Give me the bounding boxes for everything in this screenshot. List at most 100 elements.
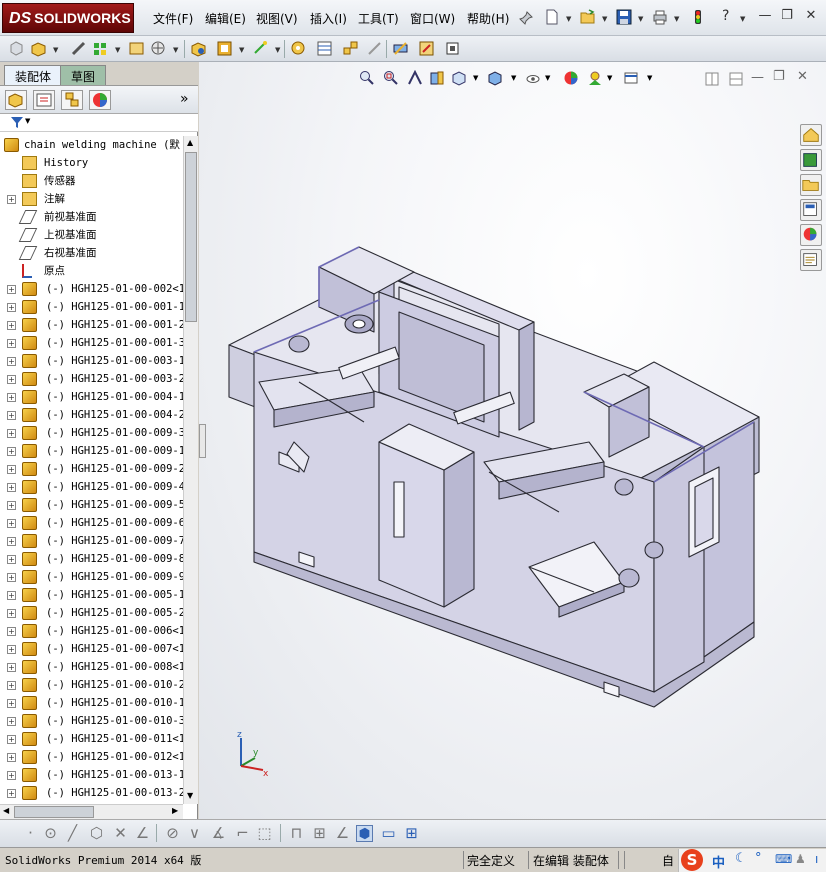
print-icon[interactable] <box>652 9 668 25</box>
expand-toggle-icon[interactable]: + <box>7 447 16 456</box>
offset-icon[interactable]: ⊘ <box>164 825 181 842</box>
split-view-icon[interactable]: ▭ <box>380 825 397 842</box>
chevron-down-icon[interactable]: ▼ <box>173 46 178 54</box>
tree-horizontal-scrollbar[interactable]: ◀ ▶ <box>0 804 183 819</box>
save-icon[interactable] <box>616 9 632 25</box>
pushpin-icon[interactable] <box>518 10 534 26</box>
tree-item[interactable]: + (-) HGH125-01-00-007<1> <box>0 640 183 658</box>
expand-toggle-icon[interactable]: + <box>7 303 16 312</box>
tree-vertical-scrollbar[interactable]: ▲ ▼ <box>183 136 198 804</box>
tree-item[interactable]: + (-) HGH125-01-00-002<1> <box>0 280 183 298</box>
expand-toggle-icon[interactable]: + <box>7 411 16 420</box>
tree-item[interactable]: + (-) HGH125-01-00-009-7< <box>0 532 183 550</box>
display-manager-tab[interactable] <box>89 90 111 110</box>
scrollbar-thumb[interactable] <box>185 152 197 322</box>
tree-item[interactable]: + (-) HGH125-01-00-003-2< <box>0 370 183 388</box>
expand-toggle-icon[interactable]: + <box>7 663 16 672</box>
shaded-view-button[interactable] <box>356 825 373 842</box>
skin-icon[interactable]: ı <box>815 852 818 866</box>
unit-system[interactable]: 自 <box>662 852 674 869</box>
instant3d-icon[interactable] <box>444 40 461 57</box>
tree-item[interactable]: + (-) HGH125-01-00-009-4< <box>0 478 183 496</box>
circle-icon[interactable]: ⊙ <box>42 825 59 842</box>
tree-item[interactable]: + (-) HGH125-01-00-004-1< <box>0 388 183 406</box>
expand-toggle-icon[interactable]: + <box>7 609 16 618</box>
chevron-down-icon[interactable]: ▼ <box>53 46 58 54</box>
tree-item[interactable]: 前视基准面 <box>0 208 183 226</box>
angle-icon[interactable]: ∠ <box>334 825 351 842</box>
tree-item[interactable]: + 注解 <box>0 190 183 208</box>
menu-tools[interactable]: 工具(T) <box>358 10 399 27</box>
tree-item[interactable]: + (-) HGH125-01-00-009-2< <box>0 460 183 478</box>
exploded-view-icon[interactable] <box>342 40 359 57</box>
expand-toggle-icon[interactable]: + <box>7 699 16 708</box>
chevron-down-icon[interactable]: ▼ <box>638 15 643 23</box>
tree-item[interactable]: 右视基准面 <box>0 244 183 262</box>
tree-item[interactable]: + (-) HGH125-01-00-012<1> <box>0 748 183 766</box>
expand-toggle-icon[interactable]: + <box>7 537 16 546</box>
tree-item[interactable]: + (-) HGH125-01-00-005-1< <box>0 586 183 604</box>
new-document-icon[interactable] <box>544 9 560 25</box>
expand-toggle-icon[interactable]: + <box>7 645 16 654</box>
tree-item[interactable]: chain welding machine (默 <box>0 136 183 154</box>
scroll-down-icon[interactable]: ▼ <box>187 791 193 800</box>
assembly-features-icon[interactable] <box>216 40 233 57</box>
task-pane-home[interactable] <box>800 124 822 146</box>
configuration-manager-tab[interactable] <box>61 90 83 110</box>
tree-item[interactable]: + (-) HGH125-01-00-006<1> <box>0 622 183 640</box>
chevron-down-icon[interactable]: ▼ <box>602 15 607 23</box>
polygon-icon[interactable]: ⬡ <box>88 825 105 842</box>
expand-toggle-icon[interactable]: + <box>7 753 16 762</box>
property-manager-tab[interactable] <box>33 90 55 110</box>
clearance-verification-icon[interactable] <box>418 40 435 57</box>
menu-window[interactable]: 窗口(W) <box>410 10 455 27</box>
trim-icon[interactable]: ✕ <box>112 825 129 842</box>
expand-toggle-icon[interactable]: + <box>7 465 16 474</box>
expand-toggle-icon[interactable]: + <box>7 519 16 528</box>
chevron-down-icon[interactable]: ▼ <box>115 46 120 54</box>
bill-of-materials-icon[interactable] <box>316 40 333 57</box>
graphics-area[interactable]: ▼ ▼ ▼ ▼ ▼ — ❐ ✕ z y x <box>199 62 826 819</box>
rebuild-traffic-light-icon[interactable] <box>690 9 706 25</box>
expand-toggle-icon[interactable]: + <box>7 429 16 438</box>
show-hidden-components-icon[interactable] <box>190 40 207 57</box>
task-pane-custom-properties[interactable] <box>800 249 822 271</box>
close-icon[interactable]: ✕ <box>802 8 820 23</box>
tree-item[interactable]: + (-) HGH125-01-00-009-5< <box>0 496 183 514</box>
menu-view[interactable]: 视图(V) <box>256 10 298 27</box>
tab-sketch[interactable]: 草图 <box>60 65 107 85</box>
ime-language[interactable]: 中 <box>712 852 725 871</box>
expand-toggle-icon[interactable]: + <box>7 195 16 204</box>
tree-item[interactable]: 传感器 <box>0 172 183 190</box>
chevron-down-icon[interactable]: ▼ <box>239 46 244 54</box>
scroll-left-icon[interactable]: ◀ <box>3 806 9 815</box>
tree-item[interactable]: + (-) HGH125-01-00-009-3< <box>0 424 183 442</box>
menu-file[interactable]: 文件(F) <box>153 10 193 27</box>
centerpoint-rectangle-icon[interactable]: ⬚ <box>256 825 273 842</box>
expand-panel-icon[interactable]: » <box>180 91 189 107</box>
mate-icon[interactable] <box>70 40 87 57</box>
scrollbar-thumb[interactable] <box>14 806 94 818</box>
filter-icon[interactable] <box>10 116 24 129</box>
tree-item[interactable]: + (-) HGH125-01-00-009-9< <box>0 568 183 586</box>
chevron-down-icon[interactable]: ▼ <box>740 15 745 23</box>
tree-item[interactable]: + (-) HGH125-01-00-004-2< <box>0 406 183 424</box>
point-icon[interactable]: · <box>22 825 39 842</box>
chevron-down-icon[interactable]: ▼ <box>275 46 280 54</box>
punctuation-icon[interactable]: ° <box>755 851 762 866</box>
minimize-icon[interactable]: — <box>756 8 774 23</box>
tree-item[interactable]: + (-) HGH125-01-00-001-3< <box>0 334 183 352</box>
chevron-down-icon[interactable]: ▼ <box>674 15 679 23</box>
expand-toggle-icon[interactable]: + <box>7 573 16 582</box>
move-component-icon[interactable] <box>150 40 167 57</box>
tree-item[interactable]: + (-) HGH125-01-00-009-8< <box>0 550 183 568</box>
four-view-icon[interactable]: ⊞ <box>403 825 420 842</box>
tree-item[interactable]: + (-) HGH125-01-00-009-6< <box>0 514 183 532</box>
solidworks-logo[interactable]: DS SOLIDWORKS <box>2 3 134 33</box>
restore-icon[interactable]: ❐ <box>778 8 796 23</box>
tree-item[interactable]: + (-) HGH125-01-00-005-2< <box>0 604 183 622</box>
feature-manager-tab[interactable] <box>5 90 27 110</box>
keyboard-icon[interactable]: ⌨ <box>775 852 792 866</box>
menu-help[interactable]: 帮助(H) <box>467 10 509 27</box>
new-part-icon[interactable] <box>8 40 25 57</box>
